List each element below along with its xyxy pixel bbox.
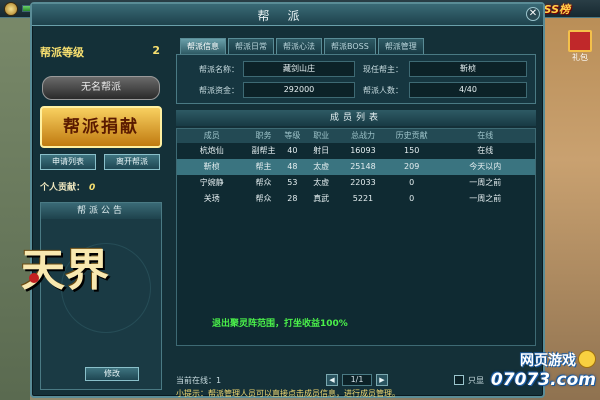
gift-icon bbox=[568, 30, 592, 52]
member-count-field: 4/40 bbox=[409, 82, 527, 98]
tab-4[interactable]: 帮派BOSS bbox=[324, 38, 376, 54]
table-cell: 帮众 bbox=[255, 194, 272, 203]
window-title: 帮派 bbox=[257, 9, 318, 23]
funds-label: 帮派资金： bbox=[199, 86, 239, 95]
logo-text: 天界 bbox=[21, 245, 109, 296]
table-cell: 太虚 bbox=[313, 178, 330, 187]
guild-window: 帮派 ✕ 帮派等级 2 无名帮派 帮派捐献 申请列表 离开帮派 个人贡献： 0 帮… bbox=[21, 2, 545, 398]
guild-rank: 帮派等级 2 bbox=[40, 44, 162, 60]
contribution-value: 0 bbox=[89, 183, 96, 193]
game-logo-calligraphy: 天界 bbox=[21, 243, 131, 383]
table-cell: 太虚 bbox=[313, 162, 330, 171]
table-header-row: 成员 职务 等级 职业 总战力 历史贡献 在线 bbox=[177, 129, 535, 143]
leave-guild-button[interactable]: 离开帮派 bbox=[104, 154, 160, 170]
tab-1[interactable]: 帮派信息 bbox=[180, 38, 226, 54]
table-cell: 0 bbox=[409, 194, 415, 203]
management-hint: 小提示：帮派管理人员可以直接点击成员信息，进行成员管理。 bbox=[176, 389, 400, 398]
guild-notice-box: 帮派公告 天界 修改 bbox=[21, 202, 162, 390]
page-indicator: 1/1 bbox=[342, 374, 372, 386]
watermark-top: 网页游戏 bbox=[520, 353, 576, 369]
leader-label: 现任帮主： bbox=[363, 65, 403, 74]
guild-right-panel: 帮派信息 帮派日常 帮派心法 帮派BOSS 帮派管理 帮派名称： 藏剑山庄 现任帮主： … bbox=[172, 30, 540, 398]
pager-row: 当前在线：1 ◀ 1/1 ▶ 只显 bbox=[176, 372, 536, 388]
table-cell: 一周之前 bbox=[469, 178, 502, 187]
table-cell: 靳桢 bbox=[203, 162, 220, 171]
guild-name-plate: 无名帮派 bbox=[42, 76, 160, 100]
table-cell: 28 bbox=[287, 194, 298, 203]
column-header[interactable]: 历史贡献 bbox=[388, 129, 436, 143]
online-count: 当前在线：1 bbox=[176, 376, 222, 385]
table-cell: 关琇 bbox=[203, 194, 220, 203]
leader-field: 靳桢 bbox=[409, 61, 527, 77]
table-cell: 射日 bbox=[313, 146, 330, 155]
guild-name-label: 帮派名称： bbox=[199, 65, 239, 74]
table-cell: 5221 bbox=[352, 194, 374, 203]
table-cell: 在线 bbox=[477, 146, 494, 155]
site-watermark: 网页游戏 07073.com bbox=[491, 350, 596, 396]
column-header[interactable]: 总战力 bbox=[338, 129, 388, 143]
column-header[interactable]: 职务 bbox=[247, 129, 281, 143]
member-count-label: 帮派人数： bbox=[363, 86, 403, 95]
member-list-title: 成员列表 bbox=[176, 110, 536, 126]
guild-left-panel: 帮派等级 2 无名帮派 帮派捐献 申请列表 离开帮派 个人贡献： 0 帮派公告 天… bbox=[21, 30, 166, 394]
table-cell: 25148 bbox=[350, 162, 376, 171]
table-cell: 副帮主 bbox=[251, 146, 276, 155]
column-header[interactable]: 成员 bbox=[177, 129, 247, 143]
tab-bar: 帮派信息 帮派日常 帮派心法 帮派BOSS 帮派管理 bbox=[180, 38, 424, 54]
online-only-checkbox[interactable] bbox=[454, 375, 464, 385]
prev-page-button[interactable]: ◀ bbox=[326, 374, 338, 386]
table-cell: 16093 bbox=[350, 146, 376, 155]
tab-5[interactable]: 帮派管理 bbox=[377, 38, 424, 54]
notice-title: 帮派公告 bbox=[41, 203, 161, 219]
online-only-label: 只显 bbox=[468, 376, 484, 385]
apply-list-button[interactable]: 申请列表 bbox=[40, 154, 96, 170]
table-cell: 40 bbox=[287, 146, 298, 155]
table-cell: 150 bbox=[404, 146, 420, 155]
tab-3[interactable]: 帮派心法 bbox=[276, 38, 322, 54]
column-header[interactable]: 等级 bbox=[280, 129, 304, 143]
table-cell: 今天以内 bbox=[469, 162, 502, 171]
column-header[interactable]: 职业 bbox=[304, 129, 338, 143]
system-tip: 退出聚灵阵范围，打坐收益100% bbox=[212, 319, 348, 329]
watermark-bottom: 07073.com bbox=[490, 370, 596, 390]
table-cell: 帮主 bbox=[255, 162, 272, 171]
contribution-label: 个人贡献： bbox=[40, 183, 86, 193]
guild-rank-value: 2 bbox=[152, 44, 160, 57]
table-cell: 杭炮仙 bbox=[199, 146, 224, 155]
table-cell: 53 bbox=[287, 178, 298, 187]
gift-label: 礼包 bbox=[572, 53, 588, 62]
close-button[interactable]: ✕ bbox=[526, 7, 540, 21]
donate-button[interactable]: 帮派捐献 bbox=[40, 106, 162, 148]
gift-pack-button[interactable]: 礼包 bbox=[566, 30, 594, 64]
personal-contribution: 个人贡献： 0 bbox=[40, 180, 95, 193]
guild-rank-label: 帮派等级 bbox=[40, 46, 84, 59]
table-cell: 一周之前 bbox=[469, 194, 502, 203]
member-table: 成员 职务 等级 职业 总战力 历史贡献 在线 杭炮仙 副帮主 40 射日 16093 150 在线 靳桢帮… bbox=[176, 128, 536, 346]
table-cell: 真武 bbox=[313, 194, 330, 203]
table-cell: 0 bbox=[409, 178, 415, 187]
window-title-bar: 帮派 ✕ bbox=[32, 4, 543, 26]
next-page-button[interactable]: ▶ bbox=[376, 374, 388, 386]
table-cell: 22033 bbox=[350, 178, 376, 187]
table-cell: 帮众 bbox=[255, 178, 272, 187]
tab-2[interactable]: 帮派日常 bbox=[228, 38, 274, 54]
table-row[interactable]: 关琇 帮众 28 真武 5221 0 一周之前 bbox=[177, 191, 535, 207]
edit-notice-button[interactable]: 修改 bbox=[85, 367, 139, 381]
column-header[interactable]: 在线 bbox=[436, 129, 535, 143]
table-cell: 宁婉静 bbox=[199, 178, 224, 187]
table-cell: 48 bbox=[287, 162, 298, 171]
guild-info-box: 帮派名称： 藏剑山庄 现任帮主： 靳桢 帮派资金： 292000 帮派人数： 4… bbox=[176, 54, 536, 104]
funds-field: 292000 bbox=[243, 82, 355, 98]
logo-red-dot bbox=[29, 273, 39, 283]
mascot-icon bbox=[578, 350, 596, 368]
table-row[interactable]: 宁婉静 帮众 53 太虚 22033 0 一周之前 bbox=[177, 175, 535, 191]
table-cell: 209 bbox=[404, 162, 420, 171]
hud-orb-icon[interactable] bbox=[4, 2, 18, 16]
table-row[interactable]: 靳桢 帮主 48 太虚 25148 209 今天以内 bbox=[177, 159, 535, 175]
table-row[interactable]: 杭炮仙 副帮主 40 射日 16093 150 在线 bbox=[177, 143, 535, 159]
guild-name-field: 藏剑山庄 bbox=[243, 61, 355, 77]
